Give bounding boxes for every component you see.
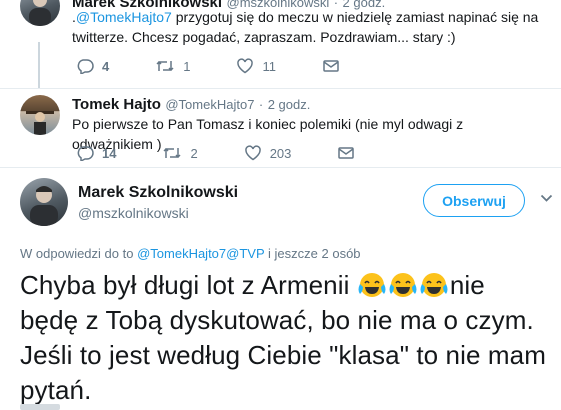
retweet-button[interactable]: 2 [162,145,198,161]
reply-icon [77,146,94,161]
like-icon [237,58,254,74]
like-button[interactable]: 203 [244,145,292,161]
reply-context: W odpowiedzi do to @TomekHajto7@TVP i je… [20,246,361,261]
author-handle[interactable]: @TomekHajto7 [165,97,254,112]
mention-link[interactable]: @TomekHajto7 [137,246,226,261]
like-count: 11 [262,58,276,74]
mention-link[interactable]: @TomekHajto7 [76,9,172,25]
avatar[interactable] [20,95,60,135]
avatar[interactable] [20,0,60,26]
main-tweet-text: Chyba był długi lot z Armenii nie będę z… [20,268,550,408]
reply-count: 4 [102,58,110,74]
tweet-actions: 14 2 203 [76,145,401,161]
retweet-icon [163,147,181,159]
avatar[interactable] [20,178,68,226]
author-name[interactable]: Tomek Hajto [72,96,161,113]
media-edge [20,404,60,410]
reply-button[interactable]: 14 [76,145,116,161]
dm-button[interactable] [322,58,340,74]
joy-emoji-icon [420,273,448,297]
chevron-down-icon[interactable] [540,194,553,203]
tweet-actions: 4 1 11 [76,58,386,74]
reply-prefix: W odpowiedzi do to [20,246,134,261]
joy-emoji-icon [389,273,417,297]
reply-icon [77,59,94,74]
dm-icon [323,60,339,72]
dm-icon [338,147,355,159]
tweet-text-part-1: Chyba był długi lot z Armenii [20,270,350,300]
author-handle[interactable]: @mszkolnikowski [78,205,189,221]
dm-button[interactable] [337,145,355,161]
retweet-icon [156,60,174,72]
reply-count: 14 [102,145,117,161]
joy-emoji-icon [358,273,386,297]
thread-tweet-2[interactable]: Tomek Hajto @TomekHajto7 · 2 godz. Po pi… [0,89,561,167]
like-count: 203 [269,145,292,161]
tweet-text: .@TomekHajto7 przygotuj się do meczu w n… [72,7,542,47]
retweet-button[interactable]: 1 [155,58,190,74]
timestamp[interactable]: 2 godz. [268,97,311,112]
thread-tweet-1[interactable]: Marek Szkolnikowski @mszkolnikowski · 2 … [0,0,561,88]
follow-button[interactable]: Obserwuj [423,184,525,217]
separator-dot: · [258,97,264,112]
reply-suffix[interactable]: i jeszcze 2 osób [268,246,361,261]
author-name[interactable]: Marek Szkolnikowski [78,184,238,202]
retweet-count: 1 [183,58,191,74]
like-icon [244,145,261,161]
mention-link[interactable]: @TVP [226,246,264,261]
like-button[interactable]: 11 [236,58,276,74]
reply-button[interactable]: 4 [76,58,109,74]
tweet-divider [0,167,561,168]
retweet-count: 2 [190,145,198,161]
